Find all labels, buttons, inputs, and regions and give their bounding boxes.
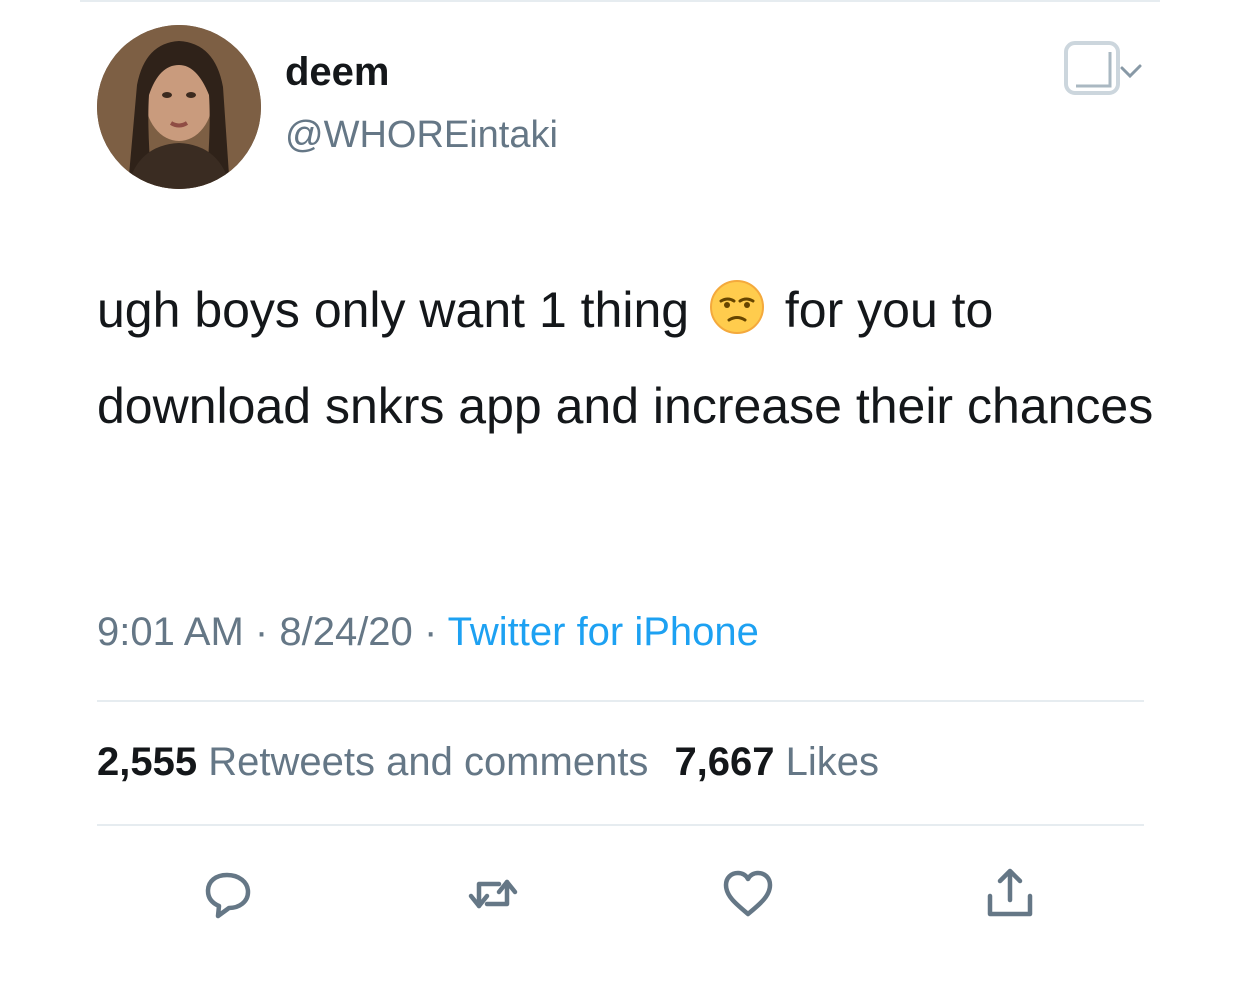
display-name[interactable]: deem [285, 52, 390, 92]
tweet-stats: 2,555 Retweets and comments 7,667 Likes [97, 742, 879, 782]
retweets-count: 2,555 [97, 740, 198, 784]
retweets-stat[interactable]: 2,555 Retweets and comments [97, 740, 648, 784]
likes-count: 7,667 [674, 740, 775, 784]
avatar[interactable] [97, 25, 261, 189]
stats-top-divider [97, 700, 1144, 702]
like-button[interactable] [720, 866, 776, 922]
actions-top-divider [97, 824, 1144, 826]
tweet-time[interactable]: 9:01 AM [97, 610, 244, 654]
meta-separator: · [423, 610, 438, 654]
tweet-date[interactable]: 8/24/20 [279, 610, 412, 654]
likes-label: Likes [785, 740, 880, 784]
user-handle[interactable]: @WHOREintaki [285, 116, 558, 154]
meta-separator: · [254, 610, 269, 654]
retweet-icon [468, 879, 518, 909]
likes-stat[interactable]: 7,667 Likes [674, 740, 879, 784]
tweet-text: ugh boys only want 1 thing for you to do… [97, 262, 1157, 454]
avatar-image [97, 25, 261, 189]
tweet-menu-chevron-icon[interactable] [1062, 40, 1147, 98]
share-button[interactable] [982, 866, 1038, 922]
reply-button[interactable] [200, 866, 256, 922]
heart-icon [723, 870, 773, 917]
retweets-label: Retweets and comments [208, 740, 649, 784]
unamused-face-emoji-icon [709, 270, 765, 334]
tweet-source-link[interactable]: Twitter for iPhone [448, 610, 759, 654]
top-divider [80, 0, 1160, 2]
tweet-text-part-1: ugh boys only want 1 thing [97, 282, 690, 338]
retweet-button[interactable] [465, 866, 521, 922]
reply-icon [205, 872, 251, 919]
share-icon [987, 868, 1033, 917]
tweet-meta: 9:01 AM · 8/24/20 · Twitter for iPhone [97, 612, 759, 652]
